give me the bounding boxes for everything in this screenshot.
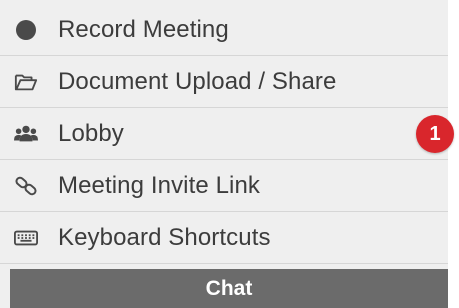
- menu-item-label: Lobby: [58, 119, 124, 147]
- menu-item-record-meeting[interactable]: Record Meeting: [0, 4, 448, 56]
- menu-item-label: Keyboard Shortcuts: [58, 223, 271, 251]
- chat-toggle-bar[interactable]: Chat: [10, 269, 448, 308]
- side-panel: Record Meeting Document Upload / Share L…: [0, 0, 454, 308]
- menu-item-label: Meeting Invite Link: [58, 171, 261, 199]
- menu-item-label: Record Meeting: [58, 15, 229, 43]
- link-icon: [14, 174, 38, 198]
- menu-list: Record Meeting Document Upload / Share L…: [0, 4, 454, 264]
- folder-open-icon: [14, 70, 38, 94]
- lobby-count-badge: 1: [416, 115, 454, 153]
- menu-item-lobby[interactable]: Lobby 1: [0, 108, 454, 160]
- menu-item-document-upload-share[interactable]: Document Upload / Share: [0, 56, 448, 108]
- menu-item-label: Document Upload / Share: [58, 67, 337, 95]
- menu-item-keyboard-shortcuts[interactable]: Keyboard Shortcuts: [0, 212, 448, 264]
- keyboard-icon: [14, 226, 38, 250]
- record-dot-icon: [14, 18, 38, 42]
- menu-item-meeting-invite-link[interactable]: Meeting Invite Link: [0, 160, 448, 212]
- users-icon: [14, 122, 38, 146]
- chat-label: Chat: [205, 276, 253, 300]
